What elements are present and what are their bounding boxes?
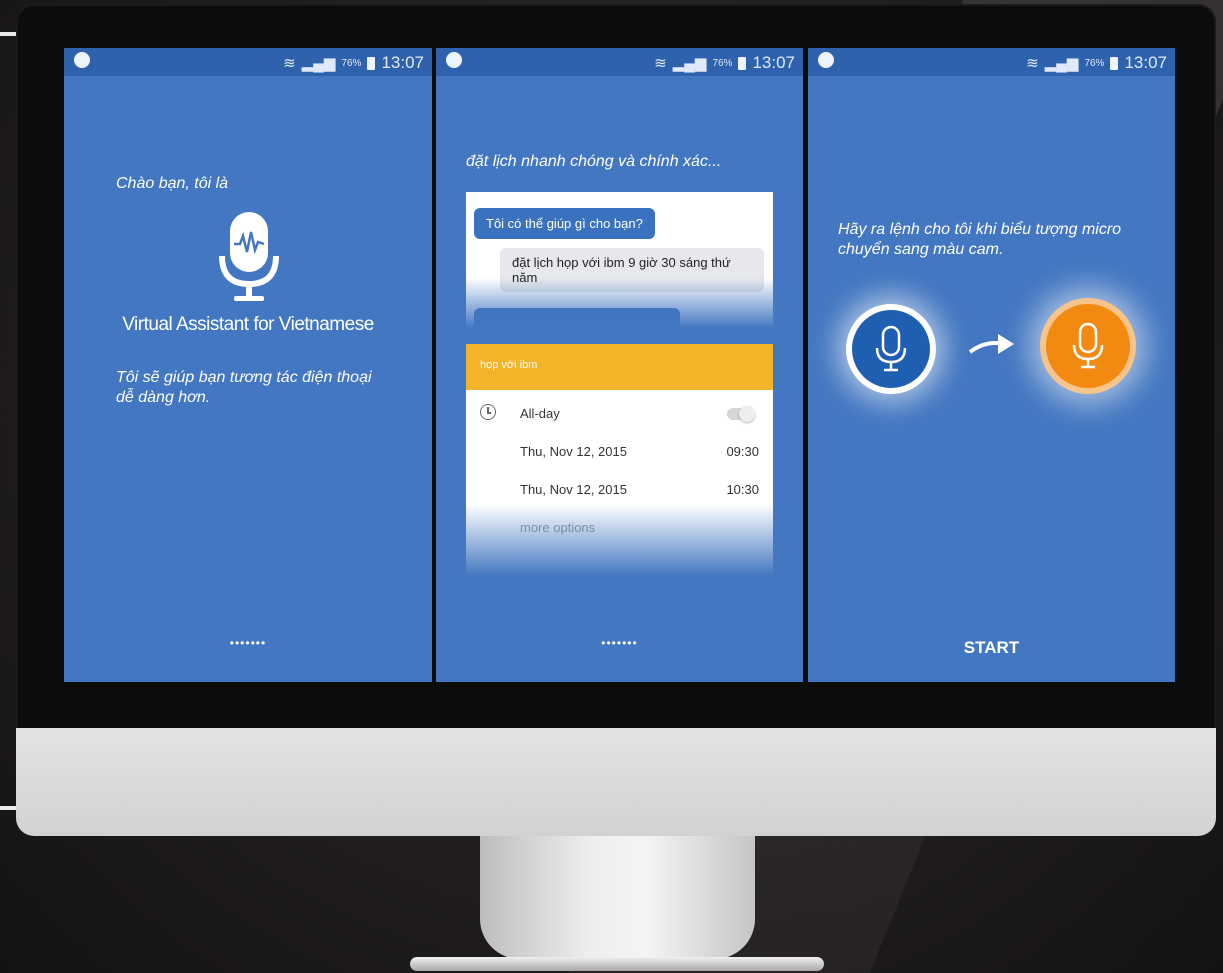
battery-icon	[367, 56, 376, 70]
start-button[interactable]: START	[808, 638, 1175, 658]
wifi-icon: ≋	[283, 55, 296, 72]
start-date[interactable]: Thu, Nov 12, 2015	[520, 444, 627, 459]
assistant-bubble: Tôi có thể giúp gì cho bạn?	[474, 208, 655, 239]
page-indicator[interactable]: •••••••	[436, 636, 803, 650]
wifi-icon: ≋	[654, 55, 667, 72]
chat-preview: Tôi có thể giúp gì cho bạn? đặt lịch họp…	[466, 192, 773, 328]
monitor-stand-neck	[480, 834, 755, 959]
monitor-chin	[16, 728, 1216, 836]
voice-instruction: Hãy ra lệnh cho tôi khi biểu tượng micro…	[838, 221, 1122, 258]
page-indicator[interactable]: •••••••	[64, 636, 432, 650]
calendar-event-card: họp với ibm All-day Thu, Nov 12, 2015 09…	[466, 344, 773, 584]
microphone-logo-icon	[219, 212, 279, 301]
status-time: 13:07	[752, 53, 795, 72]
phone-screen-start: ≋ ▂▄▆ 76% 13:07 Hãy ra lệnh cho tôi khi …	[808, 48, 1175, 682]
greeting-text: Chào bạn, tôi là	[116, 175, 229, 192]
status-bar: ≋ ▂▄▆ 76% 13:07	[808, 48, 1175, 76]
phone-screen-scheduling: ≋ ▂▄▆ 76% 13:07 đặt lịch nhanh chóng và …	[436, 48, 803, 682]
app-notification-icon	[818, 52, 834, 68]
scheduling-tagline: đặt lịch nhanh chóng và chính xác...	[466, 153, 722, 170]
phone-screen-welcome: ≋ ▂▄▆ 76% 13:07 Chào bạn, tôi là Virtual…	[64, 48, 432, 682]
event-title: họp với ibm	[480, 359, 538, 371]
microphone-icon	[1072, 322, 1104, 369]
signal-icon: ▂▄▆	[1044, 55, 1079, 72]
battery-percent: 76%	[712, 57, 733, 69]
event-title-bar: họp với ibm	[466, 344, 773, 390]
signal-icon: ▂▄▆	[301, 55, 336, 72]
battery-percent: 76%	[1084, 57, 1105, 69]
status-time: 13:07	[381, 53, 424, 72]
status-time: 13:07	[1124, 53, 1167, 72]
all-day-label: All-day	[520, 406, 560, 421]
all-day-toggle[interactable]	[727, 406, 755, 422]
microphone-icon	[875, 325, 907, 372]
assistant-bubble-faded	[474, 308, 680, 328]
battery-percent: 76%	[341, 57, 362, 69]
battery-icon	[1110, 56, 1119, 70]
arrow-right-icon	[968, 334, 1014, 354]
user-bubble: đặt lịch họp với ibm 9 giờ 30 sáng thứ n…	[500, 248, 764, 292]
status-bar: ≋ ▂▄▆ 76% 13:07	[64, 48, 432, 76]
monitor-stand-foot	[410, 957, 824, 971]
signal-icon: ▂▄▆	[672, 55, 707, 72]
mic-idle-button	[852, 310, 930, 388]
end-date[interactable]: Thu, Nov 12, 2015	[520, 482, 627, 497]
app-notification-icon	[74, 52, 90, 68]
more-options-link[interactable]: more options	[520, 520, 595, 535]
status-bar: ≋ ▂▄▆ 76% 13:07	[436, 48, 803, 76]
end-time[interactable]: 10:30	[726, 482, 759, 497]
wifi-icon: ≋	[1026, 55, 1039, 72]
clock-icon	[480, 404, 496, 420]
welcome-description: Tôi sẽ giúp bạn tương tác điện thoại dễ …	[116, 369, 372, 406]
app-name: Virtual Assistant for Vietnamese	[122, 314, 374, 335]
battery-icon	[738, 56, 747, 70]
app-notification-icon	[446, 52, 462, 68]
mic-active-button	[1046, 304, 1130, 388]
start-time[interactable]: 09:30	[726, 444, 759, 459]
